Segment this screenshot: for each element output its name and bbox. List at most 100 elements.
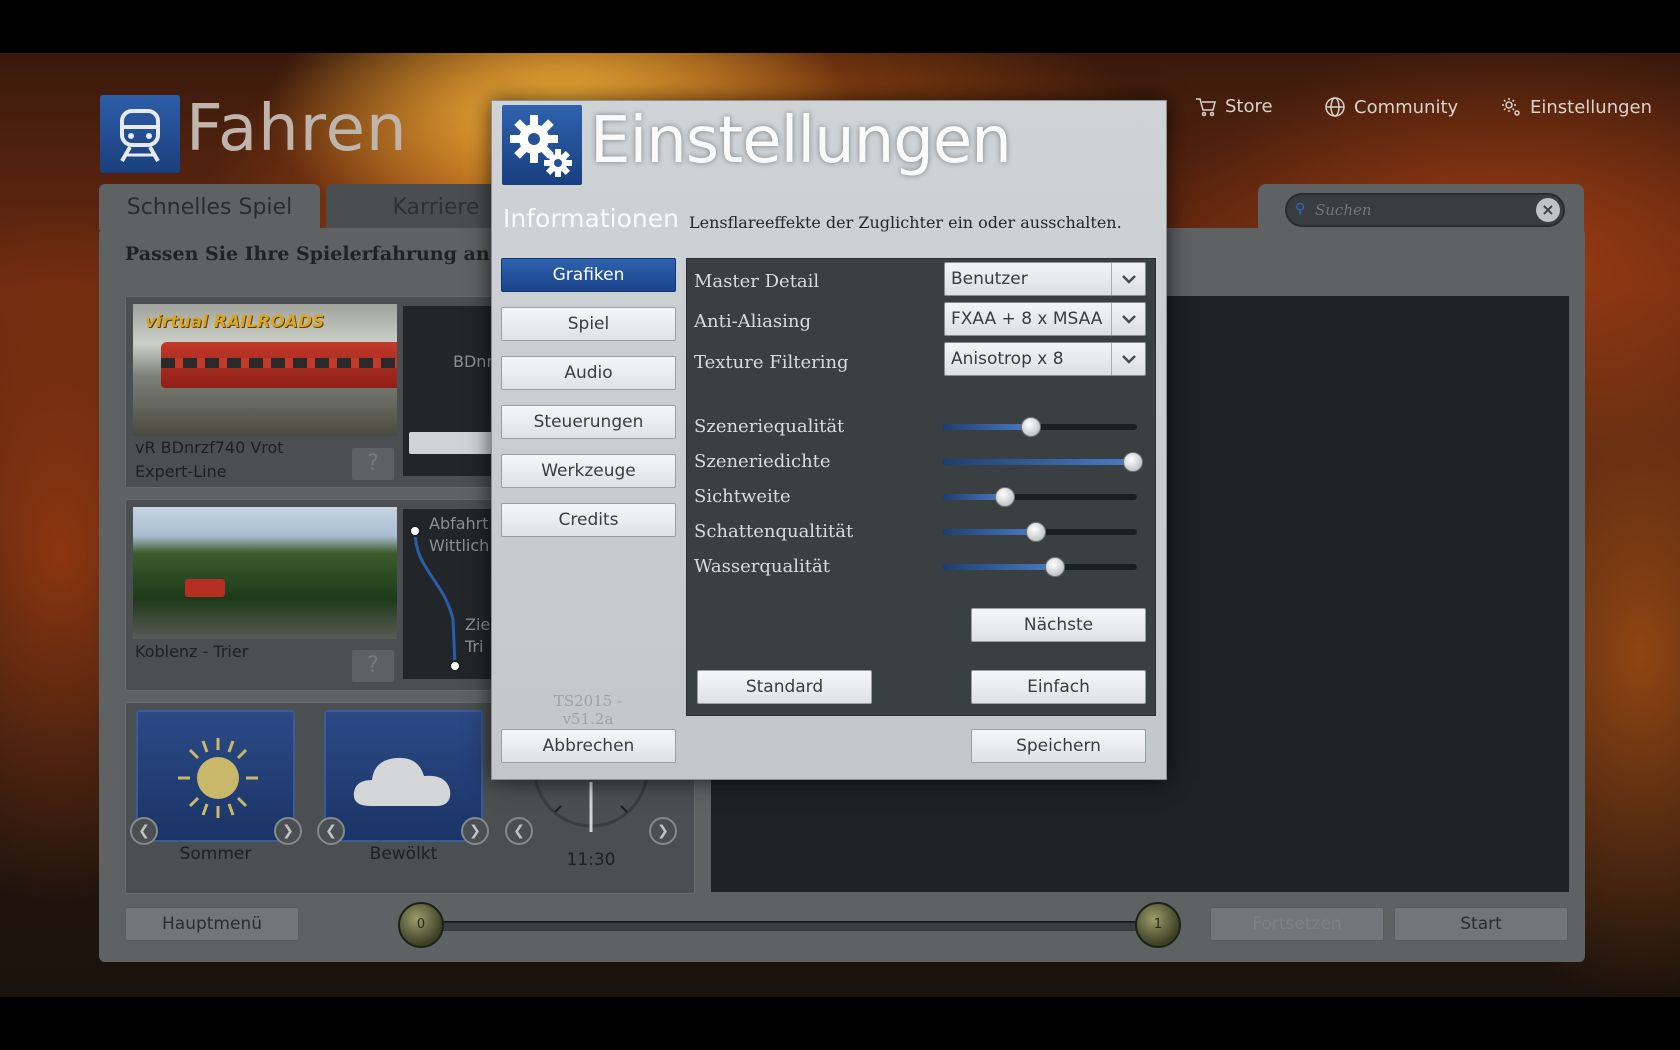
route-train-image: [185, 579, 225, 597]
train-windows: [161, 358, 397, 368]
train-icon: [120, 109, 160, 162]
scenery-density-label: Szeneriedichte: [694, 451, 831, 472]
time-next-button[interactable]: ❯: [649, 817, 677, 845]
cancel-button[interactable]: Abbrechen: [501, 729, 676, 763]
chevron-down-icon: [1111, 263, 1145, 295]
drive-mode-logo: [100, 95, 180, 173]
route-from-label: Abfahrt: [429, 514, 489, 533]
slider-start-knob[interactable]: 0: [398, 902, 444, 948]
search-box[interactable]: ⚲ ×: [1285, 193, 1565, 227]
season-next-button[interactable]: ❯: [274, 817, 302, 845]
weather-label: Bewölkt: [369, 844, 438, 864]
nav-settings[interactable]: Einstellungen: [1500, 96, 1652, 118]
route-name: Koblenz - Trier: [135, 642, 249, 661]
slider-thumb[interactable]: [1026, 522, 1046, 542]
slider-thumb[interactable]: [995, 487, 1015, 507]
sidebar-item-audio[interactable]: Audio: [501, 356, 676, 390]
settings-dialog-icon: [502, 105, 582, 185]
slider-thumb[interactable]: [1021, 417, 1041, 437]
shadow-quality-label: Schattenqualtität: [694, 521, 854, 542]
anti-aliasing-label: Anti-Aliasing: [694, 311, 812, 332]
route-thumbnail: [133, 507, 397, 639]
continue-button[interactable]: Fortsetzen: [1210, 907, 1384, 941]
sidebar-item-controls[interactable]: Steuerungen: [501, 405, 676, 439]
dialog-title: Einstellungen: [590, 104, 1012, 178]
nav-settings-label: Einstellungen: [1530, 96, 1653, 118]
next-button[interactable]: Nächste: [971, 608, 1146, 642]
standard-button[interactable]: Standard: [697, 670, 872, 704]
sun-icon: [178, 738, 258, 818]
info-text: Lensflareeffekte der Zuglichter ein oder…: [689, 213, 1122, 232]
brand-logo: virtual RAILROADS: [145, 312, 325, 332]
weather-next-button[interactable]: ❯: [461, 817, 489, 845]
anti-aliasing-value: FXAA + 8 x MSAA: [951, 309, 1103, 329]
loco-thumbnail: virtual RAILROADS: [133, 304, 397, 436]
scenery-quality-label: Szeneriequalität: [694, 416, 845, 437]
chevron-down-icon: [1111, 303, 1145, 335]
texture-filtering-label: Texture Filtering: [694, 352, 849, 373]
nav-store[interactable]: Store: [1195, 96, 1273, 117]
gear-icon: [1502, 98, 1520, 116]
start-button[interactable]: Start: [1394, 907, 1568, 941]
letterbox-top: [0, 0, 1680, 53]
view-distance-slider[interactable]: [943, 487, 1137, 507]
letterbox-bottom: [0, 997, 1680, 1050]
texture-filtering-value: Anisotrop x 8: [951, 349, 1064, 369]
page-subtitle: Passen Sie Ihre Spielerfahrung an.: [125, 243, 497, 265]
route-from-place: Wittlich: [429, 536, 490, 555]
loco-line: Expert-Line: [135, 462, 227, 481]
route-map: Abfahrt Wittlich Zie Tri: [403, 509, 493, 679]
season-prev-button[interactable]: ❮: [130, 817, 158, 845]
weather-tile[interactable]: [324, 710, 483, 842]
sidebar-item-graphics[interactable]: Grafiken: [501, 258, 676, 292]
sidebar-item-tools[interactable]: Werkzeuge: [501, 454, 676, 488]
loco-schematic-label: BDnr: [453, 352, 494, 371]
tab-quick-game[interactable]: Schnelles Spiel: [99, 184, 320, 230]
loco-schematic: BDnr: [403, 306, 493, 476]
route-to-place: Tri: [465, 637, 484, 656]
season-label: Sommer: [179, 844, 252, 864]
shadow-quality-slider[interactable]: [943, 522, 1137, 542]
season-tile[interactable]: [136, 710, 295, 842]
weather-prev-button[interactable]: ❮: [317, 817, 345, 845]
anti-aliasing-select[interactable]: FXAA + 8 x MSAA: [944, 302, 1146, 336]
time-prev-button[interactable]: ❮: [505, 817, 533, 845]
wagon-icon: [409, 432, 493, 454]
simple-button[interactable]: Einfach: [971, 670, 1146, 704]
water-quality-slider[interactable]: [943, 557, 1137, 577]
time-label: 11:30: [566, 850, 616, 870]
clear-search-button[interactable]: ×: [1536, 198, 1560, 222]
progress-track: [420, 921, 1160, 931]
scenery-quality-slider[interactable]: [943, 417, 1137, 437]
version-label: TS2015 - v51.2a: [553, 692, 623, 728]
globe-icon: [1325, 97, 1345, 117]
main-menu-button[interactable]: Hauptmenü: [125, 907, 299, 941]
route-info-button[interactable]: ?: [352, 650, 394, 682]
sidebar-item-credits[interactable]: Credits: [501, 503, 676, 537]
water-quality-label: Wasserqualität: [694, 556, 830, 577]
slider-thumb[interactable]: [1123, 452, 1143, 472]
search-icon: ⚲: [1295, 201, 1306, 217]
texture-filtering-select[interactable]: Anisotrop x 8: [944, 342, 1146, 376]
sidebar-item-game[interactable]: Spiel: [501, 307, 676, 341]
route-to-label: Zie: [465, 615, 491, 634]
page-title: Fahren: [186, 92, 408, 166]
loco-info-button[interactable]: ?: [352, 448, 394, 480]
slider-thumb[interactable]: [1045, 557, 1065, 577]
scenery-density-slider[interactable]: [943, 452, 1143, 472]
gears-icon: [510, 115, 572, 177]
loco-name: vR BDnrzf740 Vrot: [135, 438, 284, 457]
cart-icon: [1196, 97, 1216, 116]
view-distance-label: Sichtweite: [694, 486, 791, 507]
save-button[interactable]: Speichern: [971, 729, 1146, 763]
search-input[interactable]: [1315, 199, 1515, 221]
master-detail-value: Benutzer: [951, 269, 1028, 289]
nav-community[interactable]: Community: [1324, 96, 1458, 118]
master-detail-select[interactable]: Benutzer: [944, 262, 1146, 296]
info-heading: Informationen: [503, 204, 679, 233]
chevron-down-icon: [1111, 343, 1145, 375]
nav-community-label: Community: [1354, 96, 1459, 118]
nav-store-label: Store: [1225, 96, 1273, 117]
slider-end-knob[interactable]: 1: [1135, 902, 1181, 948]
master-detail-label: Master Detail: [694, 271, 820, 292]
